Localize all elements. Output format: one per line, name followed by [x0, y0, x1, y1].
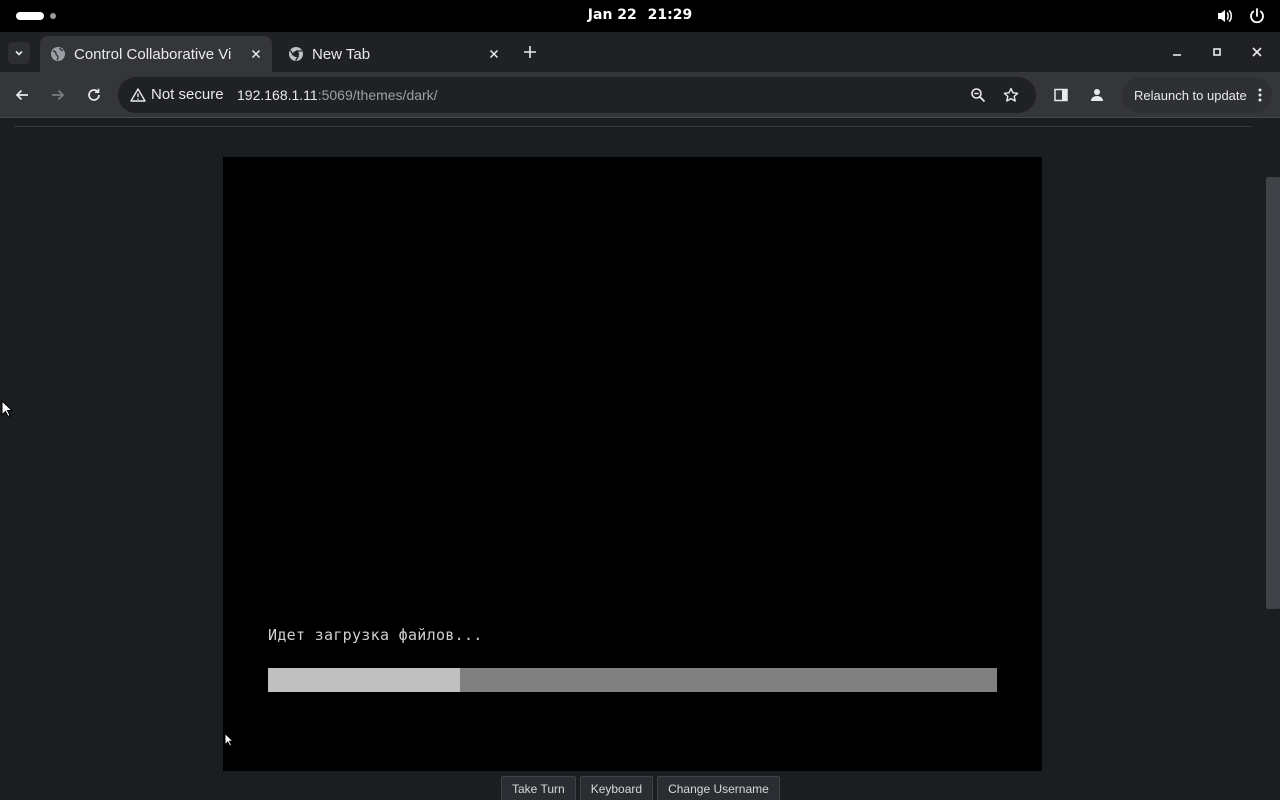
bookmark-button[interactable]: [1002, 86, 1020, 104]
browser-toolbar: Not secure 192.168.1.11:5069/themes/dark…: [0, 72, 1280, 118]
tab-strip: Control Collaborative Vi New Tab: [0, 32, 1280, 72]
side-panel-icon: [1054, 88, 1068, 102]
clock[interactable]: Jan 22 21:29: [0, 7, 1280, 23]
relaunch-label: Relaunch to update: [1134, 87, 1247, 103]
close-icon: [1252, 47, 1262, 57]
power-icon: [1248, 7, 1266, 25]
close-icon[interactable]: [486, 46, 502, 62]
security-label: Not secure: [151, 86, 224, 103]
person-icon: [1091, 89, 1103, 101]
chevron-down-icon: [15, 50, 23, 56]
more-vert-icon: [1258, 88, 1262, 102]
site-info-button[interactable]: Not secure: [130, 86, 224, 103]
tab-title: New Tab: [312, 45, 371, 63]
minimize-button[interactable]: [1165, 40, 1189, 64]
arrow-right-icon: [52, 89, 65, 101]
keyboard-button[interactable]: Keyboard: [579, 776, 654, 800]
page-divider: [14, 126, 1252, 127]
close-window-button[interactable]: [1245, 40, 1269, 64]
vm-display[interactable]: Идет загрузка файлов...: [223, 157, 1042, 771]
globe-icon: [51, 47, 65, 61]
clock-time: 21:29: [647, 7, 693, 23]
reload-button[interactable]: [83, 84, 105, 106]
change-username-button[interactable]: Change Username: [657, 776, 780, 800]
loading-progress-fill: [268, 668, 461, 692]
tab-new-tab[interactable]: New Tab: [278, 36, 510, 72]
system-tray[interactable]: [1216, 7, 1266, 25]
maximize-icon: [1213, 48, 1221, 56]
relaunch-to-update-button[interactable]: Relaunch to update: [1122, 77, 1272, 113]
profile-button[interactable]: [1086, 84, 1108, 106]
reload-icon: [88, 88, 100, 101]
arrow-left-icon: [15, 89, 28, 101]
tab-title: Control Collaborative Vi: [74, 45, 232, 63]
loading-progress-bar: [268, 668, 997, 692]
url-text[interactable]: 192.168.1.11:5069/themes/dark/: [237, 87, 438, 103]
scrollbar-thumb[interactable]: [1266, 177, 1280, 609]
star-icon: [1003, 87, 1019, 102]
maximize-button[interactable]: [1205, 40, 1229, 64]
new-tab-button[interactable]: [518, 42, 542, 62]
plus-icon: [524, 46, 536, 58]
tab-control-collaborative[interactable]: Control Collaborative Vi: [40, 36, 272, 72]
zoom-out-icon: [971, 88, 986, 103]
system-top-bar: Jan 22 21:29: [0, 0, 1280, 32]
back-button[interactable]: [11, 84, 33, 106]
mouse-cursor-icon: [1, 400, 13, 418]
zoom-button[interactable]: [969, 86, 987, 104]
side-panel-button[interactable]: [1050, 84, 1072, 106]
tab-search-button[interactable]: [8, 42, 30, 64]
loading-text: Идет загрузка файлов...: [268, 626, 483, 644]
warning-icon: [130, 87, 146, 102]
clock-date: Jan 22: [587, 7, 637, 23]
url-path: :5069/themes/dark/: [317, 87, 438, 103]
take-turn-button[interactable]: Take Turn: [501, 776, 576, 800]
address-bar[interactable]: Not secure 192.168.1.11:5069/themes/dark…: [118, 77, 1036, 113]
chrome-icon: [289, 47, 303, 62]
volume-icon: [1216, 7, 1234, 25]
url-host: 192.168.1.11: [237, 87, 318, 103]
close-icon[interactable]: [248, 46, 264, 62]
forward-button[interactable]: [47, 84, 69, 106]
minimize-icon: [1173, 54, 1181, 56]
vm-cursor-icon: [224, 733, 234, 747]
vm-controls: Take Turn Keyboard Change Username: [501, 776, 780, 800]
